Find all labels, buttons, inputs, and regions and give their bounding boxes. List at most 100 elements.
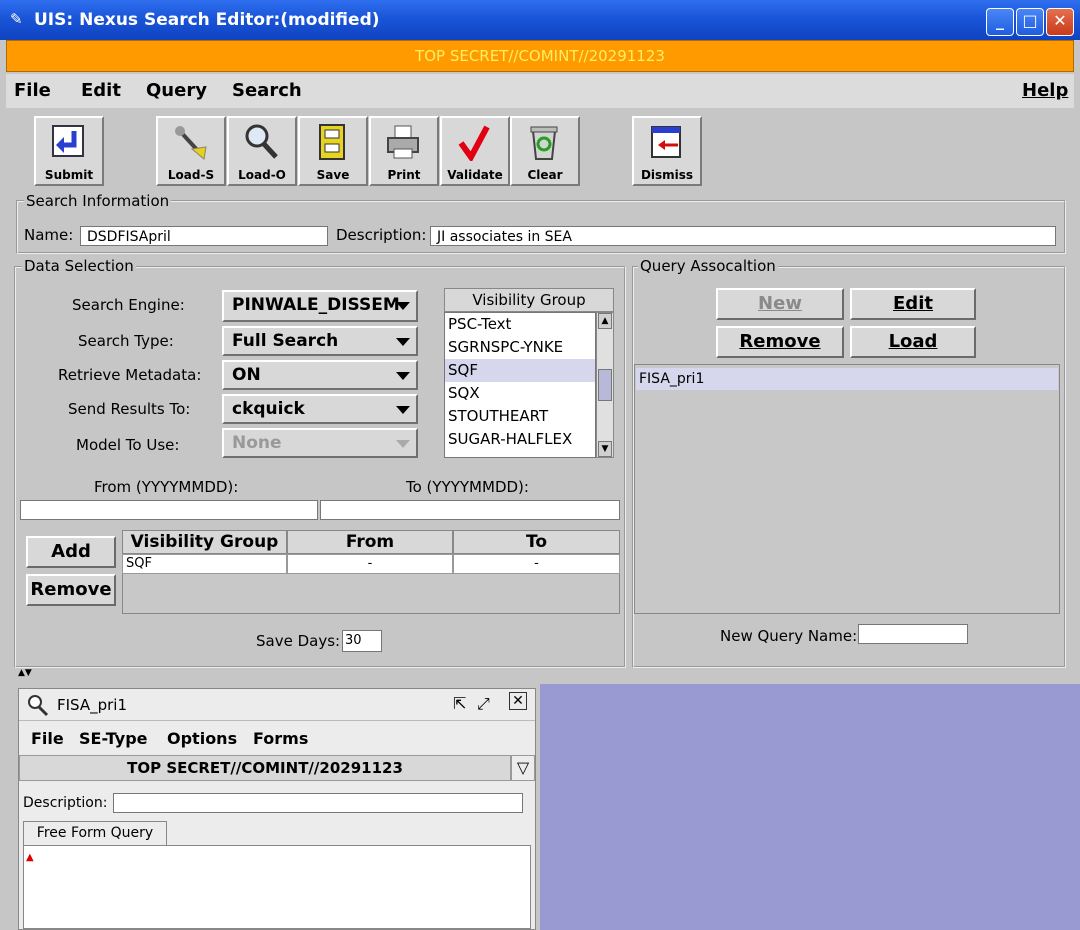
printer-icon: [387, 125, 419, 159]
new-query-button[interactable]: New: [716, 288, 844, 320]
scroll-thumb[interactable]: [598, 369, 612, 401]
window-title: UIS: Nexus Search Editor:(modified): [34, 10, 380, 30]
search-engine-label: Search Engine:: [72, 296, 185, 314]
scroll-up-icon[interactable]: ▲: [598, 313, 612, 329]
to-date-field[interactable]: [320, 500, 620, 520]
load-o-button[interactable]: Load-O: [227, 116, 297, 186]
table-header-to: To: [453, 530, 620, 554]
to-date-label: To (YYYYMMDD):: [406, 478, 529, 496]
table-cell[interactable]: SQF: [122, 554, 287, 574]
data-selection-title: Data Selection: [22, 257, 136, 275]
free-form-query-editor[interactable]: ▲: [23, 845, 531, 929]
from-date-label: From (YYYYMMDD):: [94, 478, 239, 496]
validate-button[interactable]: Validate: [440, 116, 510, 186]
clear-button[interactable]: Clear: [510, 116, 580, 186]
cursor-marker-icon: ▲: [26, 852, 34, 863]
menu-bar: File Edit Query Search Help: [6, 74, 1074, 108]
title-bar: ✎ UIS: Nexus Search Editor:(modified) _ …: [0, 0, 1080, 40]
search-engine-value: PINWALE_DISSEM: [232, 295, 400, 315]
menu-file[interactable]: File: [14, 80, 51, 101]
visibility-list-scrollbar[interactable]: ▲ ▼: [596, 312, 614, 458]
search-type-dropdown[interactable]: Full Search: [222, 326, 418, 356]
load-query-button[interactable]: Load: [850, 326, 976, 358]
model-label: Model To Use:: [76, 436, 180, 454]
send-results-label: Send Results To:: [68, 400, 191, 418]
query-association-title: Query Assocaltion: [638, 257, 778, 275]
query-list[interactable]: FISA_pri1: [634, 364, 1060, 614]
retrieve-metadata-label: Retrieve Metadata:: [58, 366, 202, 384]
inner-menu-bar: File SE-Type Options Forms: [19, 725, 535, 753]
name-field[interactable]: DSDFISApril: [80, 226, 328, 246]
minimize-button[interactable]: _: [986, 8, 1014, 36]
description-label: Description:: [336, 226, 427, 244]
model-value: None: [232, 433, 282, 453]
table-header-from: From: [287, 530, 453, 554]
scroll-down-icon[interactable]: ▼: [598, 441, 612, 457]
tab-free-form-query[interactable]: Free Form Query: [23, 821, 167, 845]
list-item[interactable]: PSC-Text: [445, 313, 595, 336]
send-results-dropdown[interactable]: ckquick: [222, 394, 418, 424]
dismiss-button[interactable]: Dismiss: [632, 116, 702, 186]
description-field[interactable]: JI associates in SEA: [430, 226, 1056, 246]
menu-edit[interactable]: Edit: [81, 80, 121, 101]
remove-query-button[interactable]: Remove: [716, 326, 844, 358]
edit-query-button[interactable]: Edit: [850, 288, 976, 320]
close-button[interactable]: ✕: [1046, 8, 1074, 36]
save-days-field[interactable]: 30: [342, 630, 382, 652]
submit-button[interactable]: Submit: [34, 116, 104, 186]
inner-description-field[interactable]: [113, 793, 523, 813]
send-results-value: ckquick: [232, 399, 305, 419]
inner-menu-se-type[interactable]: SE-Type: [79, 729, 148, 748]
table-cell[interactable]: -: [453, 554, 620, 574]
collapse-triangle-icon[interactable]: ▽: [511, 755, 535, 781]
list-item[interactable]: SUGAR-HALFLEX: [445, 428, 595, 451]
print-label: Print: [387, 168, 421, 182]
menu-help[interactable]: Help: [1022, 80, 1068, 101]
cabinet-icon: [319, 124, 345, 160]
list-item[interactable]: SGRNSPC-YNKE: [445, 336, 595, 359]
list-item[interactable]: SQF: [445, 359, 595, 382]
model-dropdown: None: [222, 428, 418, 458]
checkmark-icon: [458, 125, 490, 161]
load-o-label: Load-O: [238, 168, 286, 182]
app-icon: ✎: [10, 10, 23, 28]
splitter-arrows-icon[interactable]: ▲▼: [18, 668, 32, 678]
remove-visibility-button[interactable]: Remove: [26, 574, 116, 606]
submit-arrow-icon: [52, 125, 84, 157]
inner-menu-options[interactable]: Options: [167, 729, 237, 748]
new-query-name-field[interactable]: [858, 624, 968, 644]
list-item[interactable]: SQX: [445, 382, 595, 405]
retrieve-metadata-dropdown[interactable]: ON: [222, 360, 418, 390]
load-s-label: Load-S: [167, 168, 215, 182]
inner-menu-file[interactable]: File: [31, 729, 64, 748]
clear-label: Clear: [527, 168, 563, 182]
save-button[interactable]: Save: [298, 116, 368, 186]
load-s-button[interactable]: Load-S: [156, 116, 226, 186]
maximize-icon[interactable]: ⤢: [477, 694, 490, 714]
search-type-value: Full Search: [232, 331, 339, 351]
menu-search[interactable]: Search: [232, 80, 302, 101]
visibility-group-list[interactable]: PSC-Text SGRNSPC-YNKE SQF SQX STOUTHEART…: [444, 312, 596, 458]
inner-menu-forms[interactable]: Forms: [253, 729, 308, 748]
list-item[interactable]: STOUTHEART: [445, 405, 595, 428]
panel-splitter[interactable]: ▲▼: [0, 668, 1080, 682]
save-label: Save: [316, 168, 350, 182]
from-date-field[interactable]: [20, 500, 318, 520]
restore-icon[interactable]: ⇱: [453, 694, 466, 713]
chevron-down-icon: [396, 372, 410, 380]
table-cell[interactable]: -: [287, 554, 453, 574]
maximize-button[interactable]: □: [1016, 8, 1044, 36]
inner-window-title: FISA_pri1: [57, 696, 128, 714]
search-engine-dropdown[interactable]: PINWALE_DISSEM: [222, 290, 418, 322]
chevron-down-icon: [396, 440, 410, 448]
menu-query[interactable]: Query: [146, 80, 207, 101]
new-query-name-label: New Query Name:: [720, 627, 858, 645]
name-label: Name:: [24, 226, 74, 244]
print-button[interactable]: Print: [369, 116, 439, 186]
magnifier-icon: [245, 124, 278, 159]
chevron-down-icon: [396, 406, 410, 414]
list-item[interactable]: FISA_pri1: [636, 368, 1058, 390]
close-icon[interactable]: ✕: [509, 692, 527, 710]
add-button[interactable]: Add: [26, 536, 116, 568]
search-information-title: Search Information: [24, 192, 172, 210]
